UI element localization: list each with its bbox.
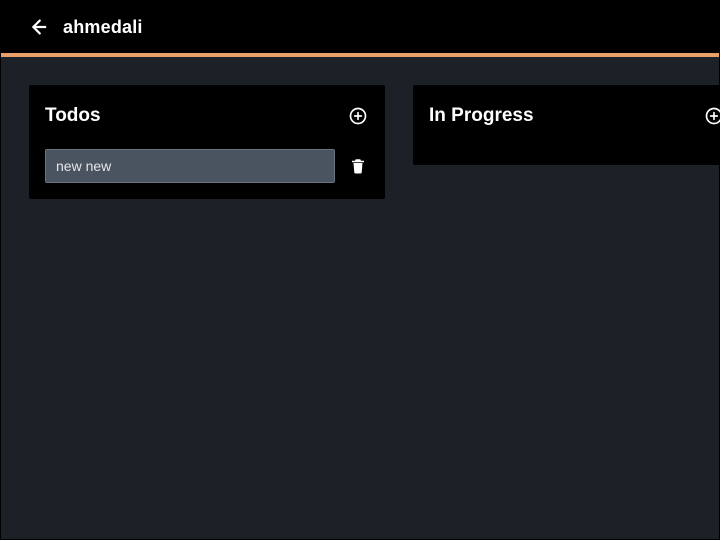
column-title: Todos	[45, 105, 101, 127]
column-todos: Todos new new	[29, 85, 385, 199]
app-root: ahmedali Todos new new	[0, 0, 720, 540]
plus-circle-icon[interactable]	[703, 105, 720, 127]
board: Todos new new	[1, 57, 719, 199]
plus-circle-icon[interactable]	[347, 105, 369, 127]
task-card[interactable]: new new	[45, 149, 335, 183]
task-row: new new	[45, 149, 369, 183]
back-arrow-icon[interactable]	[25, 15, 49, 39]
header-bar: ahmedali	[1, 1, 719, 53]
page-title: ahmedali	[63, 17, 143, 38]
column-title: In Progress	[429, 105, 534, 127]
column-header: Todos	[45, 101, 369, 131]
column-header: In Progress	[429, 101, 720, 131]
column-in-progress: In Progress	[413, 85, 720, 165]
trash-icon[interactable]	[347, 155, 369, 177]
